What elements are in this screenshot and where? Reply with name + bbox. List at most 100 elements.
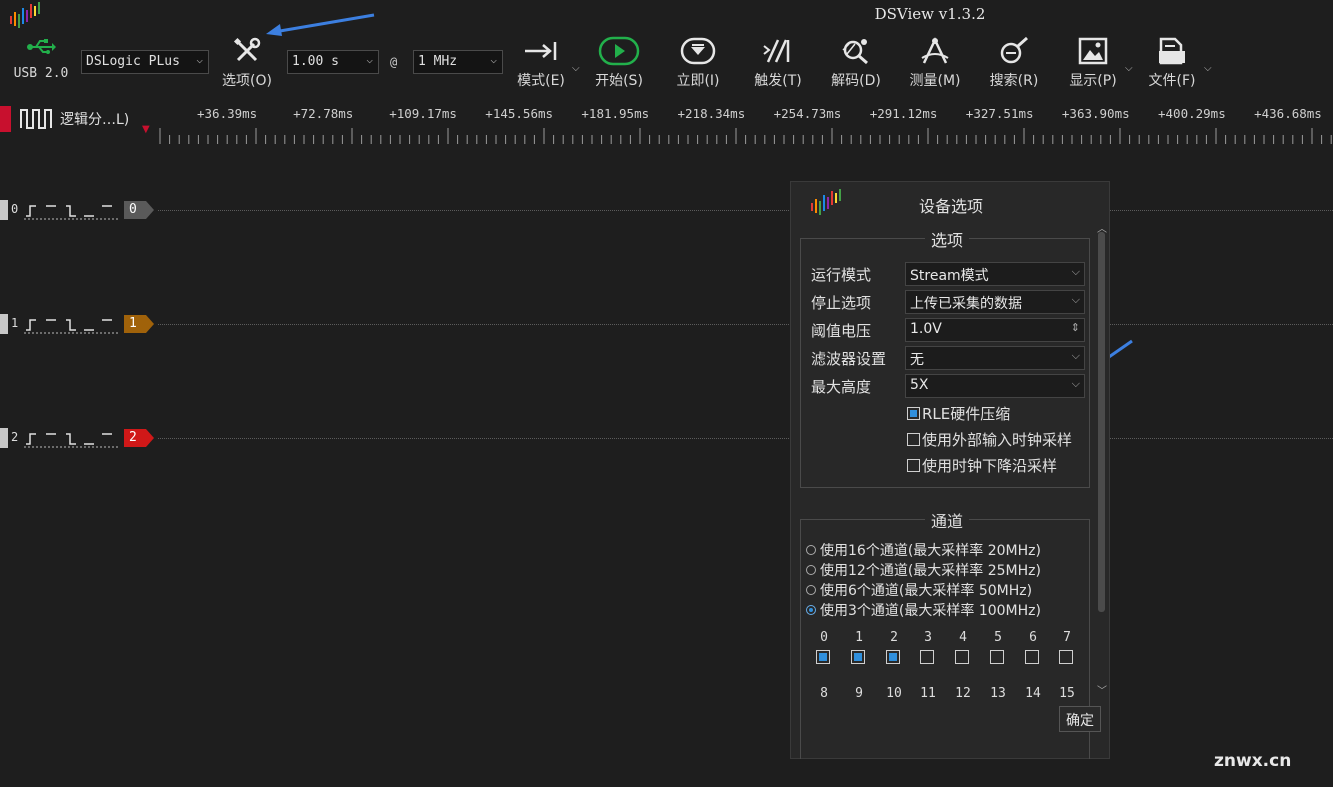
spin-arrows-icon: ⇕ [1070,321,1080,334]
channel-row[interactable]: 22 [0,428,1333,448]
logic-channel-group-icon [20,109,52,129]
trigger-type-icons[interactable] [24,202,122,220]
instant-button[interactable]: 立即(I) [665,36,731,90]
scroll-down-icon[interactable]: ﹀ [1097,682,1107,697]
channel-enable-label: 3 [924,630,932,645]
ruler-ticks [159,128,1332,144]
channel-enable-label: 2 [890,630,898,645]
channel-enable-checkbox[interactable] [851,650,865,664]
options-button[interactable]: 选项(O) [214,36,280,90]
radio-button[interactable] [806,605,816,615]
channel-enable-label: 5 [994,630,1002,645]
channel-number: 2 [11,430,19,444]
channel-enable-checkbox[interactable] [990,650,1004,664]
dialog-scrollbar[interactable] [1098,232,1105,612]
file-button[interactable]: 文件(F) [1139,36,1205,90]
display-chevron-icon[interactable]: ⌵ [1125,63,1133,74]
ruler-tick-label: +436.68ms [1254,106,1322,121]
checkbox-box[interactable] [907,407,920,420]
channel-mode-radio[interactable]: 使用16个通道(最大采样率 20MHz) [806,540,1041,560]
ruler-tick-label: +327.51ms [965,106,1034,121]
option-label: 阈值电压 [811,322,872,340]
ok-button[interactable]: 确定 [1059,706,1101,732]
option-select[interactable]: Stream模式 ⌵ [905,262,1085,286]
option-select[interactable]: 5X ⌵ [905,374,1085,398]
channel-number: 1 [11,316,19,330]
app-title: DSView v1.3.2 [874,5,986,23]
start-button[interactable]: 开始(S) [586,36,652,90]
channel-waveform [158,324,1333,325]
decode-label: 解码(D) [831,73,881,89]
scroll-up-icon[interactable]: ︿ [1097,220,1107,235]
display-button[interactable]: 显示(P) [1060,36,1126,90]
ruler-tick-label: +400.29ms [1158,106,1226,121]
option-checkbox[interactable]: RLE硬件压缩 [907,403,1010,424]
option-value: 无 [910,352,924,368]
channel-enable-label: 9 [855,686,863,698]
ruler-tick-label: +72.78ms [293,106,354,121]
option-select[interactable]: 上传已采集的数据 ⌵ [905,290,1085,314]
start-label: 开始(S) [595,73,643,89]
channel-enable-label: 8 [820,686,828,698]
duration-select[interactable]: 1.00 s ⌵ [287,50,379,74]
channel-mode-radio[interactable]: 使用12个通道(最大采样率 25MHz) [806,560,1041,580]
checkbox-box[interactable] [907,459,920,472]
search-button[interactable]: 搜索(R) [981,36,1047,90]
radio-label: 使用6个通道(最大采样率 50MHz) [820,583,1033,599]
channel-group-label[interactable]: 逻辑分…L) [60,109,129,129]
channel-waveform [158,210,1333,211]
ruler-tick-label: +218.34ms [677,106,746,121]
option-checkbox[interactable]: 使用时钟下降沿采样 [907,455,1057,476]
channel-mode-radio[interactable]: 使用6个通道(最大采样率 50MHz) [806,580,1032,600]
device-select[interactable]: DSLogic PLus ⌵ [81,50,209,74]
radio-button[interactable] [806,545,816,555]
options-label: 选项(O) [222,73,272,89]
usb-label: USB 2.0 [13,66,69,81]
mode-chevron-icon[interactable]: ⌵ [572,63,580,74]
trigger-type-icons[interactable] [24,316,122,334]
option-value: 上传已采集的数据 [910,296,1022,312]
checkbox-box[interactable] [907,433,920,446]
file-chevron-icon[interactable]: ⌵ [1204,63,1212,74]
trigger-button[interactable]: 触发(T) [745,36,811,90]
chevron-down-icon: ⌵ [1071,377,1080,390]
option-value: 5X [910,377,929,393]
channel-enable-checkbox[interactable] [955,650,969,664]
option-label: 停止选项 [811,294,872,312]
decode-button[interactable]: 解码(D) [823,36,889,90]
chevron-down-icon: ⌵ [196,53,203,66]
channel-drag-handle[interactable] [0,428,8,448]
channel-row[interactable]: 11 [0,314,1333,334]
chevron-down-icon: ⌵ [1071,265,1080,278]
channel-drag-handle[interactable] [0,314,8,334]
chevron-down-icon: ⌵ [1071,293,1080,306]
mode-button[interactable]: 模式(E) [508,36,574,90]
dialog-logo-icon [811,189,841,215]
folder-icon [1159,37,1185,65]
instant-capture-icon [680,37,716,65]
measure-button[interactable]: 测量(M) [902,36,968,90]
channel-enable-checkbox[interactable] [886,650,900,664]
channel-drag-handle[interactable] [0,200,8,220]
channel-row[interactable]: 00 [0,200,1333,220]
channel-enable-checkbox[interactable] [1025,650,1039,664]
option-select[interactable]: 1.0V ⇕ [905,318,1085,342]
trigger-type-icons[interactable] [24,430,122,448]
samplerate-select[interactable]: 1 MHz ⌵ [413,50,503,74]
trigger-label: 触发(T) [754,73,802,89]
option-checkbox[interactable]: 使用外部输入时钟采样 [907,429,1072,450]
radio-button[interactable] [806,585,816,595]
channel-enable-label: 10 [886,686,902,698]
measure-compass-icon [921,37,949,64]
channel-enable-label: 14 [1025,686,1041,698]
channel-enable-checkbox[interactable] [816,650,830,664]
option-select[interactable]: 无 ⌵ [905,346,1085,370]
ruler-tick-label: +181.95ms [581,106,650,121]
radio-label: 使用12个通道(最大采样率 25MHz) [820,563,1041,579]
channel-enable-label: 7 [1063,630,1071,645]
option-label: 运行模式 [811,266,872,284]
channel-mode-radio[interactable]: 使用3个通道(最大采样率 100MHz) [806,600,1041,620]
radio-button[interactable] [806,565,816,575]
channel-enable-checkbox[interactable] [1059,650,1073,664]
channel-enable-checkbox[interactable] [920,650,934,664]
